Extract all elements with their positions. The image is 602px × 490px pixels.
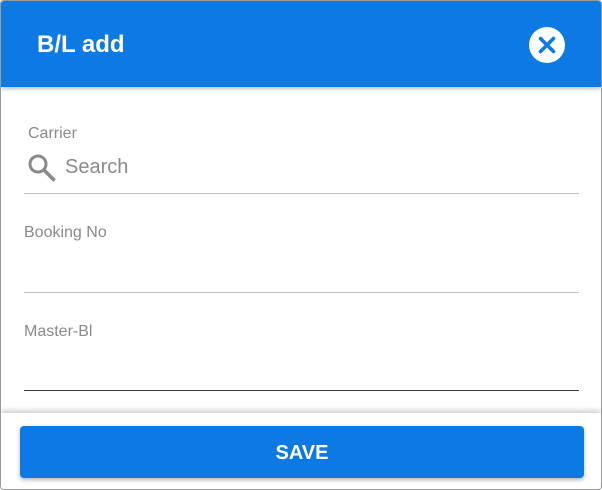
booking-no-underline xyxy=(24,292,579,293)
dialog-title: B/L add xyxy=(37,31,125,58)
close-icon xyxy=(538,36,556,54)
carrier-label: Carrier xyxy=(28,125,77,142)
booking-no-label: Booking No xyxy=(24,224,107,241)
dialog-footer: SAVE xyxy=(1,413,601,489)
master-bl-label: Master-Bl xyxy=(24,323,93,340)
carrier-underline xyxy=(24,193,579,194)
carrier-search-input[interactable] xyxy=(65,153,565,181)
master-bl-underline xyxy=(24,390,579,391)
master-bl-input[interactable] xyxy=(24,357,579,387)
save-button[interactable]: SAVE xyxy=(20,426,584,478)
bl-add-dialog: B/L add Carrier Booking No Master-Bl SAV… xyxy=(0,0,602,490)
booking-no-input[interactable] xyxy=(24,259,579,289)
close-button[interactable] xyxy=(529,27,565,63)
dialog-header: B/L add xyxy=(1,1,601,87)
search-icon xyxy=(28,154,56,182)
